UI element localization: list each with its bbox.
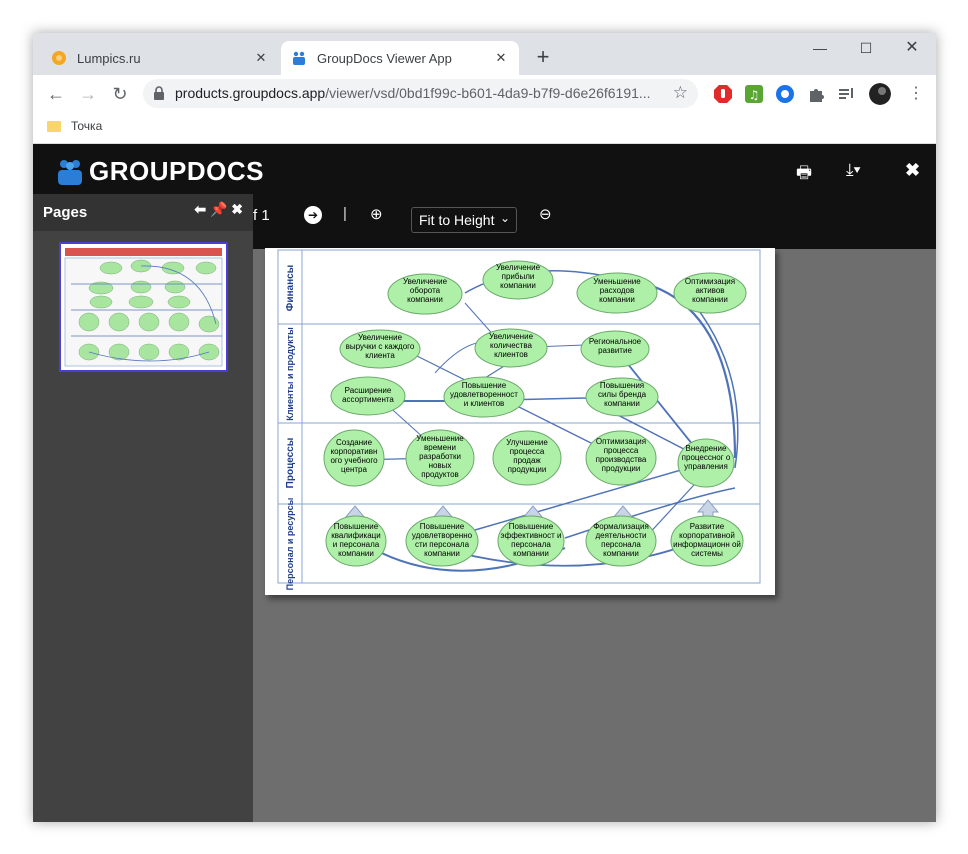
- folder-icon: [47, 120, 61, 132]
- bookmark-folder[interactable]: Точка: [47, 119, 102, 133]
- node-label: Региональное развитие: [588, 337, 642, 355]
- close-tab-icon[interactable]: ✕: [493, 50, 509, 66]
- groupdocs-favicon-icon: [293, 51, 305, 65]
- document-page: Финансы Клиенты и продукты Процессы Перс…: [265, 248, 775, 595]
- close-window-button[interactable]: ✕: [889, 33, 935, 65]
- page-thumbnail[interactable]: [59, 242, 228, 372]
- node-label: Улучшение процесса продаж продукции: [506, 438, 548, 474]
- row-label-staff: Персонал и ресурсы: [285, 497, 295, 590]
- adblock-extension-icon[interactable]: [712, 83, 734, 105]
- url-host: products.groupdocs.app: [175, 85, 326, 101]
- address-bar[interactable]: products.groupdocs.app/viewer/vsd/0bd1f9…: [143, 79, 698, 108]
- node-label: Увеличение прибыли компании: [495, 263, 541, 290]
- profile-avatar[interactable]: [869, 83, 891, 105]
- close-tab-icon[interactable]: ✕: [253, 50, 269, 66]
- pages-panel: Pages ⬅ 📌 ✖: [33, 194, 253, 822]
- close-panel-icon[interactable]: ✖: [231, 201, 243, 217]
- bookmarks-bar: Точка: [33, 113, 936, 144]
- tab-title: Lumpics.ru: [77, 50, 141, 66]
- new-tab-button[interactable]: +: [531, 46, 555, 70]
- tab-title: GroupDocs Viewer App: [317, 50, 452, 66]
- tab-groupdocs[interactable]: GroupDocs Viewer App ✕: [281, 41, 519, 75]
- pages-panel-controls: ⬅ 📌 ✖: [194, 201, 243, 218]
- row-label-finance: Финансы: [285, 265, 296, 311]
- url-path: /viewer/vsd/0bd1f99c-b601-4da9-b7f9-d6e2…: [325, 85, 651, 101]
- url-text: products.groupdocs.app/viewer/vsd/0bd1f9…: [175, 85, 655, 101]
- node-label: Увеличение количества клиентов: [488, 332, 534, 359]
- zoom-select[interactable]: Fit to Height ⌄: [411, 207, 517, 233]
- logo-text: GROUPDOCS: [89, 156, 264, 186]
- node-label: Повышение квалификаци и персонала компан…: [331, 522, 381, 558]
- extensions-puzzle-icon[interactable]: [805, 83, 827, 105]
- page-counter: f 1: [253, 207, 270, 224]
- media-queue-icon[interactable]: [836, 83, 858, 105]
- collapse-arrow-icon[interactable]: ⬅: [194, 201, 206, 217]
- thumbnail-image: [64, 248, 223, 367]
- svg-text:♫: ♫: [749, 88, 760, 102]
- address-toolbar: ← → ↻ products.groupdocs.app/viewer/vsd/…: [33, 75, 936, 113]
- node-label: Увеличение выручки с каждого клиента: [345, 333, 415, 360]
- node-label: Повышение эффективност и персонала компа…: [500, 522, 562, 558]
- strategy-map-diagram: Финансы Клиенты и продукты Процессы Перс…: [277, 249, 761, 590]
- node-label: Повышения силы бренда компании: [597, 381, 647, 408]
- lumpics-favicon-icon: [52, 51, 66, 65]
- print-icon[interactable]: 🖶: [796, 160, 812, 189]
- node-label: Повышение удовлетворенно сти персонала к…: [411, 522, 473, 558]
- lock-icon: [154, 86, 164, 100]
- node-label: Внедрение процессног о управления: [681, 444, 731, 471]
- node-label: Формализация деятельности персонала комп…: [593, 522, 649, 558]
- tab-lumpics[interactable]: Lumpics.ru ✕: [41, 41, 279, 75]
- divider: |: [343, 205, 347, 222]
- row-label-processes: Процессы: [285, 438, 296, 489]
- pages-panel-header: Pages ⬅ 📌 ✖: [33, 194, 253, 231]
- reload-button[interactable]: ↻: [107, 81, 133, 107]
- minimize-button[interactable]: —: [797, 33, 843, 65]
- back-button[interactable]: ←: [43, 81, 69, 107]
- music-extension-icon[interactable]: ♫: [743, 83, 765, 105]
- zoom-in-icon[interactable]: ⊕: [370, 205, 383, 223]
- node-label: Создание корпоративн ого учебного центра: [330, 438, 378, 474]
- groupdocs-viewer: GROUPDOCS 🖶 ⤓▾ ✖ f 1 ➔ | ⊕ ⊖ Fit to Heig…: [33, 144, 936, 822]
- download-icon[interactable]: ⤓▾: [846, 160, 861, 180]
- next-page-icon[interactable]: ➔: [304, 206, 322, 224]
- zoom-select-value: Fit to Height: [419, 212, 495, 228]
- node-label: Уменьшение времени разработки новых прод…: [416, 434, 464, 479]
- pages-title: Pages: [43, 204, 88, 221]
- node-label: Оптимизация активов компании: [684, 277, 736, 304]
- chevron-down-icon: ⌄: [499, 211, 510, 225]
- node-label: Уменьшение расходов компании: [593, 277, 641, 304]
- node-label: Повышение удовлетворенност и клиентов: [450, 381, 518, 408]
- close-viewer-icon[interactable]: ✖: [905, 160, 920, 181]
- node-label: Увеличение оборота компании: [402, 277, 448, 304]
- groupdocs-logo-icon: [58, 159, 82, 185]
- forward-button[interactable]: →: [75, 81, 101, 107]
- row-label-clients: Клиенты и продукты: [285, 327, 295, 421]
- node-label: Оптимизация процесса производства продук…: [595, 437, 647, 473]
- node-label: Расширение ассортимента: [342, 386, 394, 404]
- node-label: Развитие корпоративной информационн ой с…: [673, 522, 741, 558]
- pin-icon[interactable]: 📌: [210, 201, 227, 217]
- zoom-out-icon[interactable]: ⊖: [539, 205, 552, 223]
- menu-kebab-icon[interactable]: ⋮: [903, 81, 929, 107]
- bookmark-star-icon[interactable]: ☆: [673, 83, 688, 103]
- tab-strip: Lumpics.ru ✕ GroupDocs Viewer App ✕ + — …: [33, 33, 936, 75]
- maximize-button[interactable]: ☐: [843, 33, 889, 65]
- bookmark-label: Точка: [71, 119, 103, 133]
- groupdocs-logo[interactable]: GROUPDOCS: [55, 156, 264, 187]
- browser-window: Lumpics.ru ✕ GroupDocs Viewer App ✕ + — …: [33, 33, 936, 822]
- vpn-extension-icon[interactable]: [774, 83, 796, 105]
